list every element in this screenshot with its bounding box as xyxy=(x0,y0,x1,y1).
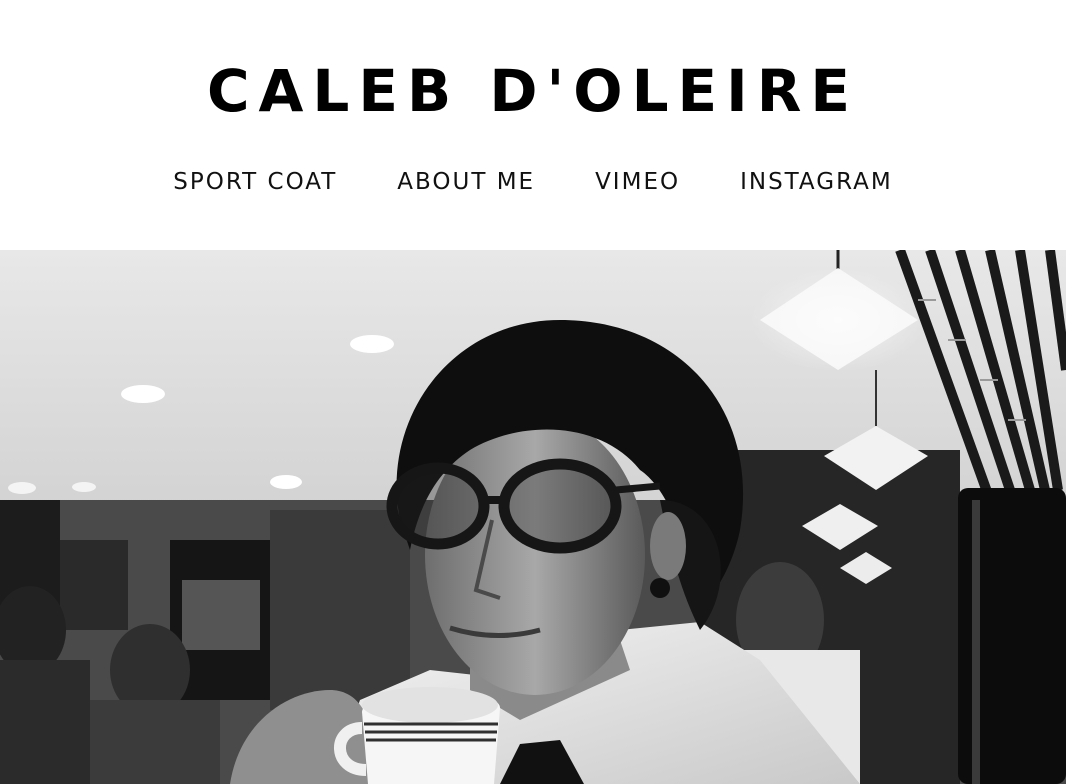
nav-item-sport-coat[interactable]: SPORT COAT xyxy=(173,166,337,198)
nav-item-about-me[interactable]: ABOUT ME xyxy=(397,166,535,198)
page: CALEB D'OLEIRE SPORT COAT ABOUT ME VIMEO… xyxy=(0,0,1066,784)
hero-image xyxy=(0,250,1066,784)
site-title[interactable]: CALEB D'OLEIRE xyxy=(0,56,1066,126)
nav-item-instagram[interactable]: INSTAGRAM xyxy=(740,166,893,198)
site-header: CALEB D'OLEIRE SPORT COAT ABOUT ME VIMEO… xyxy=(0,0,1066,250)
nav-item-vimeo[interactable]: VIMEO xyxy=(595,166,680,198)
hero-photo xyxy=(0,250,1066,784)
main-nav: SPORT COAT ABOUT ME VIMEO INSTAGRAM xyxy=(0,166,1066,198)
